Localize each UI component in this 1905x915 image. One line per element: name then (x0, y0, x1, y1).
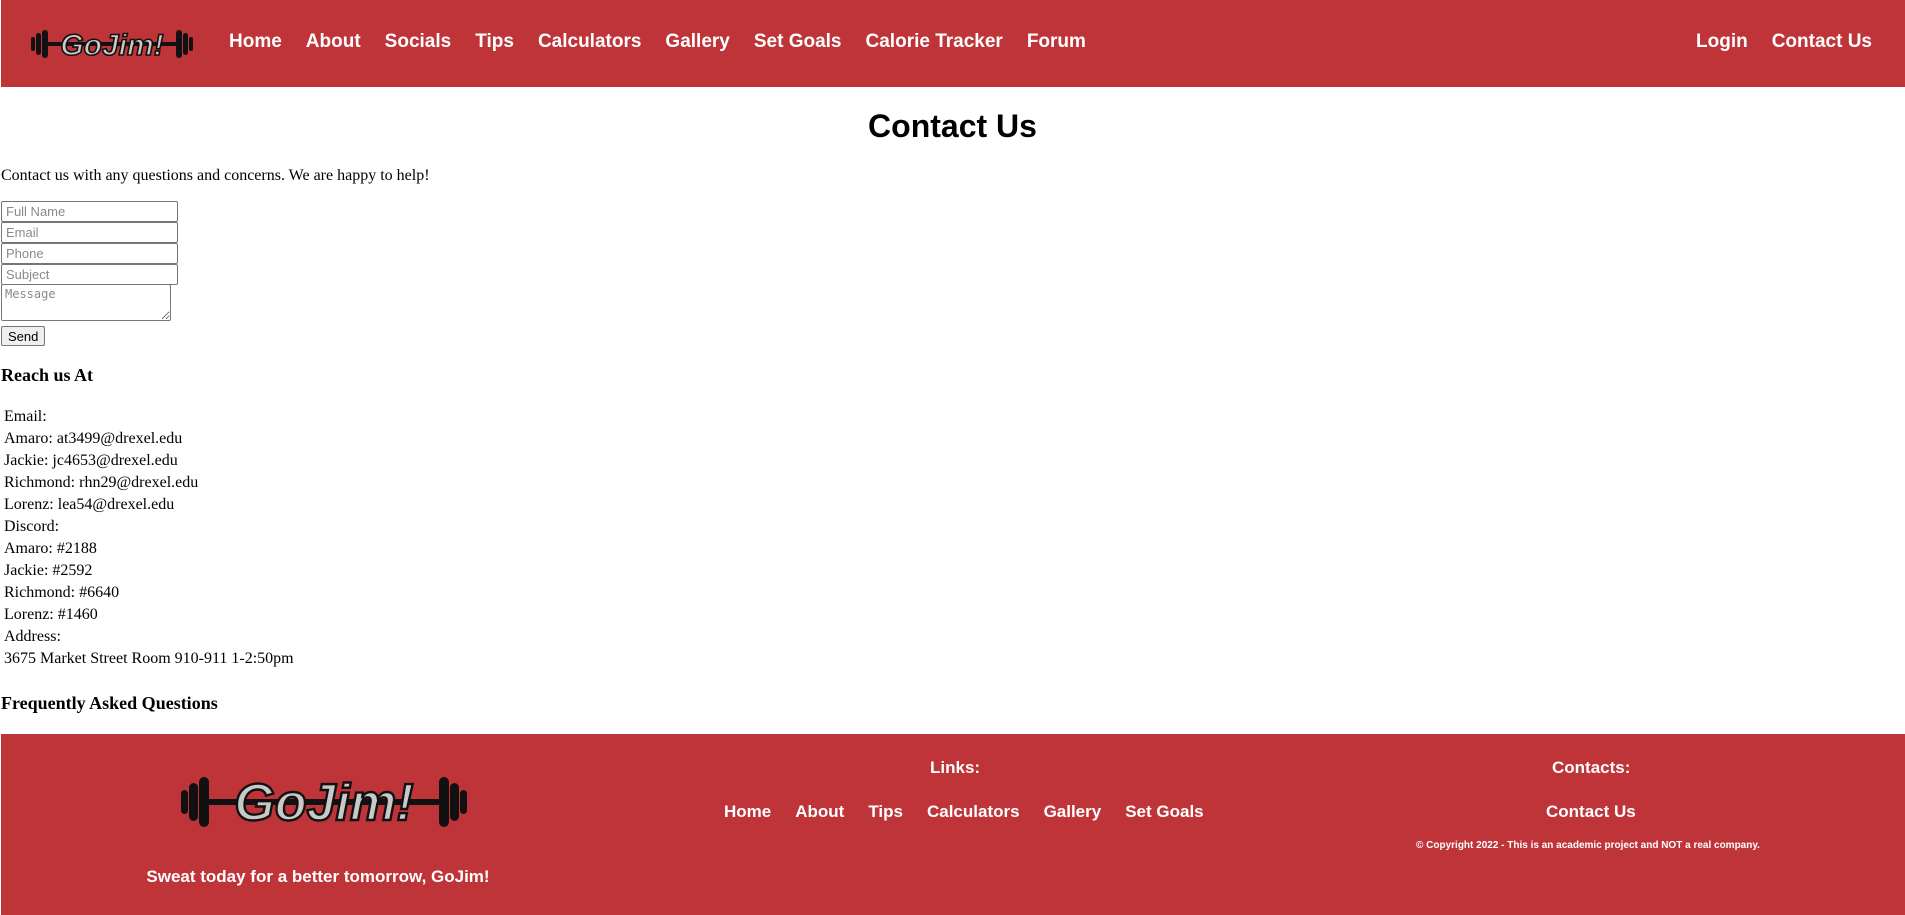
contact-info: Email: Amaro: at3499@drexel.edu Jackie: jc… (4, 406, 294, 670)
footer-link-calculators[interactable]: Calculators (915, 802, 1032, 822)
footer-logo-text: GoJim! (234, 774, 413, 832)
top-navbar: GoJim! Home About Socials Tips Calculators Ga… (1, 0, 1905, 87)
message-textarea[interactable] (1, 284, 171, 321)
subject-input[interactable] (1, 264, 178, 285)
nav-link-home[interactable]: Home (217, 30, 294, 54)
contact-line: Jackie: jc4653@drexel.edu (4, 452, 178, 469)
footer-link-about[interactable]: About (783, 802, 856, 822)
footer-links: Home About Tips Calculators Gallery Set Goals (712, 802, 1216, 822)
logo-text: GoJim! (60, 29, 163, 62)
nav-link-tips[interactable]: Tips (463, 30, 526, 54)
contact-line: Jackie: #2592 (4, 562, 93, 579)
phone-input[interactable] (1, 243, 178, 264)
nav-link-socials[interactable]: Socials (373, 30, 464, 54)
intro-text: Contact us with any questions and concer… (1, 167, 430, 184)
contact-line: Lorenz: lea54@drexel.edu (4, 496, 175, 513)
contact-line: Address: (4, 628, 61, 645)
contact-line: Amaro: #2188 (4, 540, 97, 557)
nav-link-set-goals[interactable]: Set Goals (742, 30, 854, 54)
nav-link-about[interactable]: About (294, 30, 373, 54)
send-button[interactable]: Send (1, 326, 46, 346)
footer: GoJim! Sweat today for a better tomorrow… (1, 734, 1905, 915)
email-input[interactable] (1, 222, 178, 243)
contact-line: Richmond: rhn29@drexel.edu (4, 474, 199, 491)
nav-link-gallery[interactable]: Gallery (653, 30, 741, 54)
contact-line: Email: (4, 408, 47, 425)
nav-link-contact-us[interactable]: Contact Us (1760, 30, 1884, 54)
reach-us-heading: Reach us At (1, 365, 94, 385)
main-nav: Home About Socials Tips Calculators Gallery Se… (217, 30, 1098, 54)
contact-line: Richmond: #6640 (4, 584, 120, 601)
gojim-logo[interactable]: GoJim! (29, 24, 195, 64)
nav-link-calorie-tracker[interactable]: Calorie Tracker (854, 30, 1015, 54)
footer-contacts-heading: Contacts: (1552, 758, 1631, 777)
footer-links-heading: Links: (930, 758, 981, 777)
copyright-notice: © Copyright 2022 - This is an academic p… (1416, 840, 1760, 851)
footer-gojim-logo: GoJim! (181, 773, 467, 832)
nav-link-login[interactable]: Login (1684, 30, 1760, 54)
footer-link-home[interactable]: Home (712, 802, 783, 822)
contact-line: Lorenz: #1460 (4, 606, 98, 623)
faq-heading: Frequently Asked Questions (1, 693, 218, 713)
account-nav: Login Contact Us (1684, 30, 1884, 54)
full-name-input[interactable] (1, 201, 178, 222)
footer-link-gallery[interactable]: Gallery (1032, 802, 1114, 822)
contact-line: Discord: (4, 518, 60, 535)
footer-tagline: Sweat today for a better tomorrow, GoJim… (146, 867, 490, 886)
contact-line: 3675 Market Street Room 910-911 1-2:50pm (4, 650, 294, 667)
footer-contact-us-link[interactable]: Contact Us (1546, 802, 1636, 822)
footer-link-tips[interactable]: Tips (856, 802, 915, 822)
nav-link-calculators[interactable]: Calculators (526, 30, 653, 54)
nav-link-forum[interactable]: Forum (1015, 30, 1098, 54)
contact-line: Amaro: at3499@drexel.edu (4, 430, 183, 447)
footer-link-set-goals[interactable]: Set Goals (1113, 802, 1215, 822)
page-title: Contact Us (868, 108, 1037, 144)
